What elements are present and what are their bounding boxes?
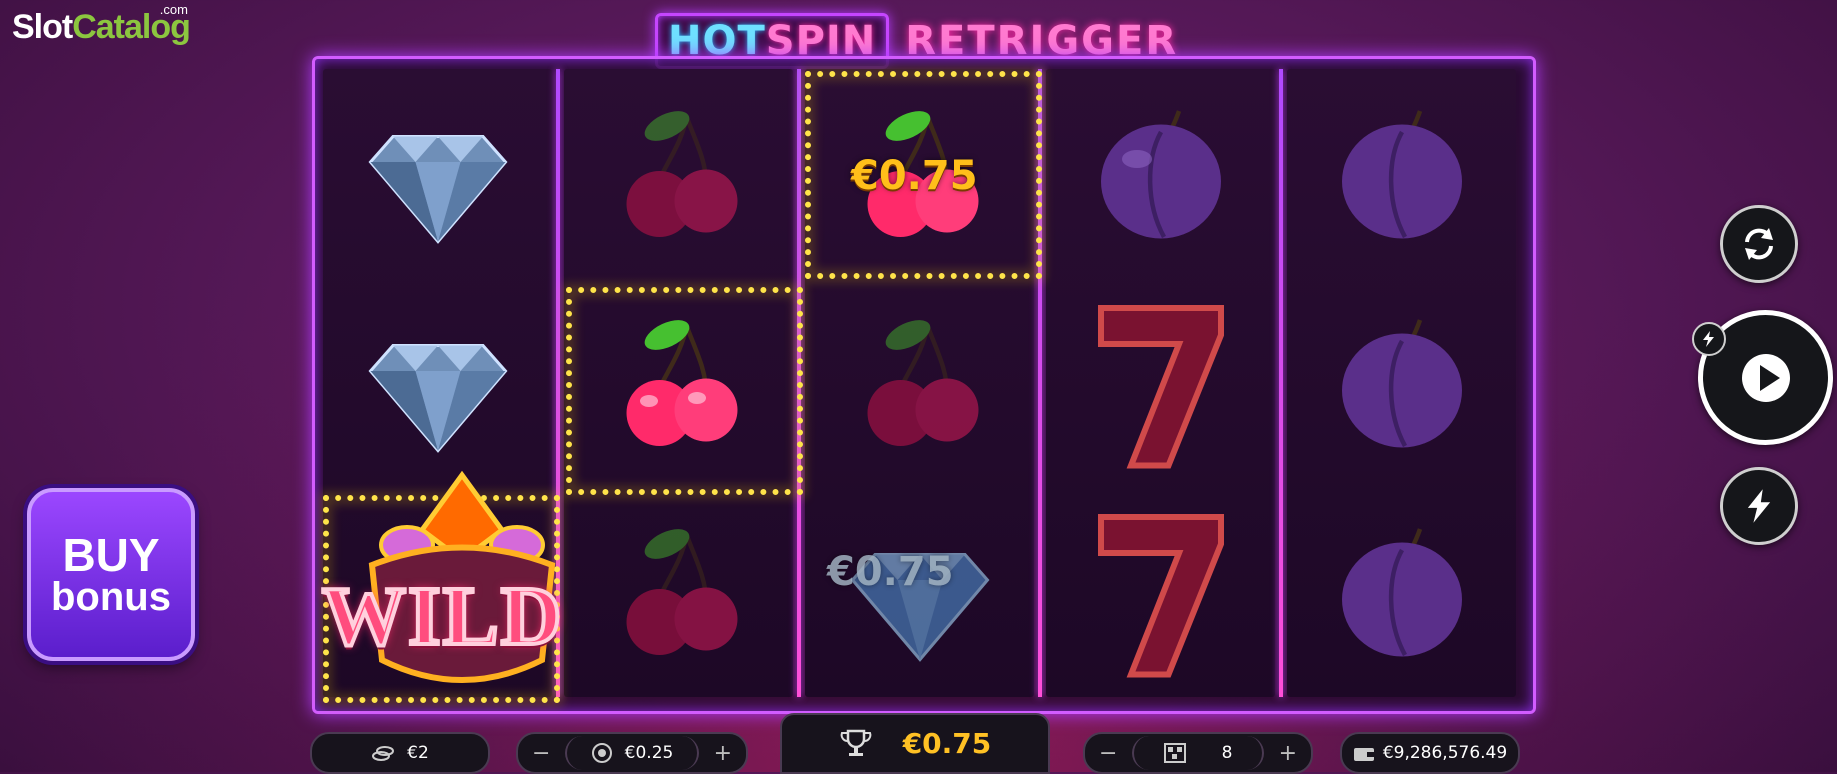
reel4-symbol-seven [1046,487,1275,696]
cherry-icon [626,110,737,237]
coins-icon [371,744,395,762]
win-amount-faded-label: €0.75 [827,549,954,595]
total-win-display: €0.75 [780,713,1050,774]
trophy-icon [839,729,873,759]
lines-decrease-button[interactable]: − [1099,741,1117,766]
bet-value: €0.25 [624,743,674,763]
coin-value: €2 [407,743,429,763]
plum-icon [1100,109,1221,238]
win-amount-label: €0.75 [851,153,978,199]
brand-logo: SlotCatalog .com [12,2,191,47]
wild-label: WILD [320,568,564,665]
play-icon [1741,353,1790,402]
lines-grid-icon [1163,743,1186,763]
reel5-symbol-plum [1287,69,1516,278]
bet-control: − €0.25 + [516,732,748,774]
buy-bonus-line2: bonus [51,574,171,619]
wild-symbol: WILD [312,470,612,710]
turbo-button[interactable] [1720,467,1798,545]
reel2-symbol-cherry [564,69,793,278]
plum-icon [1341,527,1462,656]
bet-value-pill: €0.25 [564,736,700,770]
reel5-symbol-plum [1287,487,1516,696]
balance-value: €9,286,576.49 [1382,743,1508,763]
buy-bonus-button[interactable]: BUY bonus [27,488,195,661]
reel1-symbol-diamond [323,69,552,278]
brand-suffix: .com [159,2,188,17]
lightning-icon [1747,489,1771,523]
total-win-value: €0.75 [902,727,992,760]
diamond-icon [368,134,507,244]
coin-value-display[interactable]: €2 [310,732,490,774]
lines-control: − 8 + [1083,732,1313,774]
reel5-symbol-plum [1287,278,1516,487]
cherry-icon [867,319,978,446]
lines-increase-button[interactable]: + [1279,741,1297,766]
bet-increase-button[interactable]: + [714,741,732,766]
reel1-symbol-diamond [323,278,552,487]
plum-icon [1341,318,1462,447]
reel4-symbol-seven [1046,278,1275,487]
lightning-icon [1703,331,1714,347]
buy-bonus-line1: BUY [62,528,160,581]
autoplay-refresh-button[interactable] [1720,205,1798,283]
seven-icon [1097,304,1224,468]
wallet-icon [1353,744,1375,762]
balance-display: €9,286,576.49 [1340,732,1520,774]
reel4-symbol-plum [1046,69,1275,278]
chip-icon [591,742,613,764]
refresh-icon [1745,228,1773,260]
reel3-symbol-cherry [805,278,1034,487]
cherry-icon [626,528,737,655]
brand-name-part1: Slot [12,8,73,46]
win-highlight-box [566,287,803,495]
plum-icon [1341,109,1462,238]
seven-icon [1097,513,1224,677]
lines-value-pill: 8 [1131,736,1265,770]
lines-value: 8 [1221,743,1233,763]
quick-spin-badge[interactable] [1692,322,1726,356]
diamond-icon [368,343,507,453]
reel-separator [1279,69,1283,697]
bet-decrease-button[interactable]: − [532,741,550,766]
